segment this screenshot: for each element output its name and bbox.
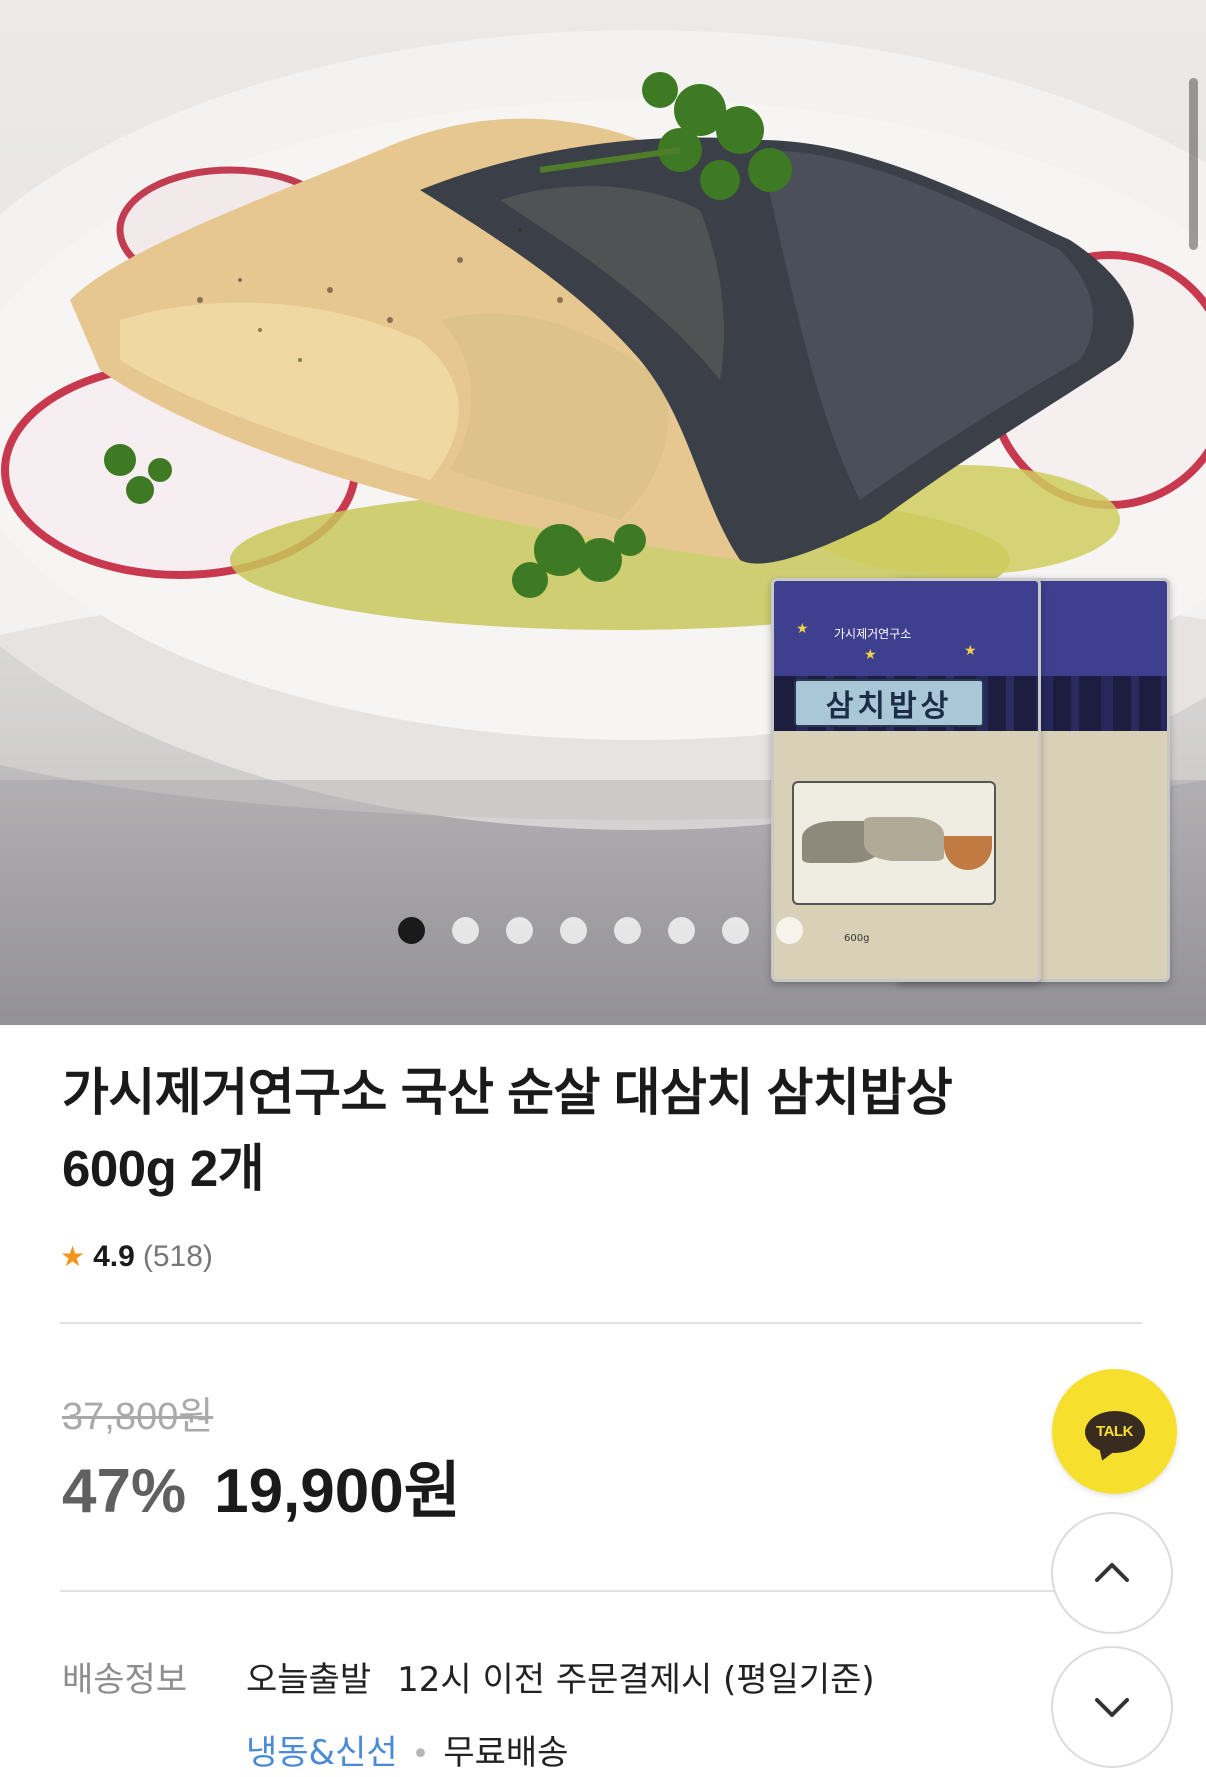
divider bbox=[60, 1590, 1142, 1592]
tag-free-shipping: 무료배송 bbox=[443, 1733, 569, 1773]
carousel-dot[interactable] bbox=[452, 917, 479, 944]
star-icon: ★ bbox=[60, 1240, 86, 1273]
divider bbox=[60, 1322, 1142, 1324]
carousel-dot[interactable] bbox=[506, 917, 533, 944]
original-price: 37,800원 bbox=[62, 1396, 214, 1438]
tag-frozen-fresh: 냉동&신선 bbox=[246, 1733, 398, 1773]
sale-price: 19,900원 bbox=[214, 1457, 461, 1526]
rating-score: 4.9 bbox=[93, 1240, 135, 1273]
shipping-info: 오늘출발 12시 이전 주문결제시 (평일기준) bbox=[246, 1652, 875, 1701]
scroll-up-button[interactable] bbox=[1051, 1512, 1173, 1634]
discount-rate: 47% bbox=[62, 1457, 187, 1526]
shipping-dispatch: 오늘출발 bbox=[246, 1660, 372, 1700]
product-image-carousel[interactable]: 삼치밥상 ★ ★ ★ 가시제거연구소 삼치밥상 600g bbox=[0, 0, 1206, 1025]
carousel-dot[interactable] bbox=[722, 917, 749, 944]
product-rating[interactable]: ★ 4.9 (518) bbox=[60, 1240, 213, 1274]
page-scrollbar[interactable] bbox=[1189, 78, 1198, 250]
product-pack-image: ★ ★ ★ 가시제거연구소 삼치밥상 600g bbox=[771, 578, 1041, 982]
shipping-tags: 냉동&신선 • 무료배송 bbox=[246, 1725, 568, 1774]
scroll-down-button[interactable] bbox=[1051, 1646, 1173, 1768]
carousel-pagination[interactable] bbox=[398, 917, 803, 944]
review-count[interactable]: (518) bbox=[143, 1240, 213, 1274]
chevron-down-icon bbox=[1095, 1698, 1129, 1717]
product-title: 가시제거연구소 국산 순살 대삼치 삼치밥상 600g 2개 bbox=[62, 1064, 953, 1197]
talk-bubble-icon: TALK bbox=[1084, 1410, 1145, 1453]
carousel-dot[interactable] bbox=[668, 917, 695, 944]
shipping-condition: 12시 이전 주문결제시 (평일기준) bbox=[397, 1660, 875, 1700]
pack-brand: 가시제거연구소 bbox=[834, 627, 912, 641]
talk-label: TALK bbox=[1096, 1423, 1133, 1440]
carousel-dot[interactable] bbox=[398, 917, 425, 944]
price-row: 47% 19,900원 bbox=[62, 1440, 461, 1530]
shipping-label: 배송정보 bbox=[62, 1660, 188, 1700]
chevron-up-icon bbox=[1095, 1563, 1129, 1582]
pack-title: 삼치밥상 bbox=[794, 679, 984, 727]
carousel-dot[interactable] bbox=[614, 917, 641, 944]
tag-separator: • bbox=[411, 1737, 430, 1772]
kakao-talk-button[interactable]: TALK bbox=[1052, 1369, 1177, 1494]
carousel-dot[interactable] bbox=[776, 917, 803, 944]
carousel-dot[interactable] bbox=[560, 917, 587, 944]
pack-weight: 600g bbox=[844, 933, 870, 944]
